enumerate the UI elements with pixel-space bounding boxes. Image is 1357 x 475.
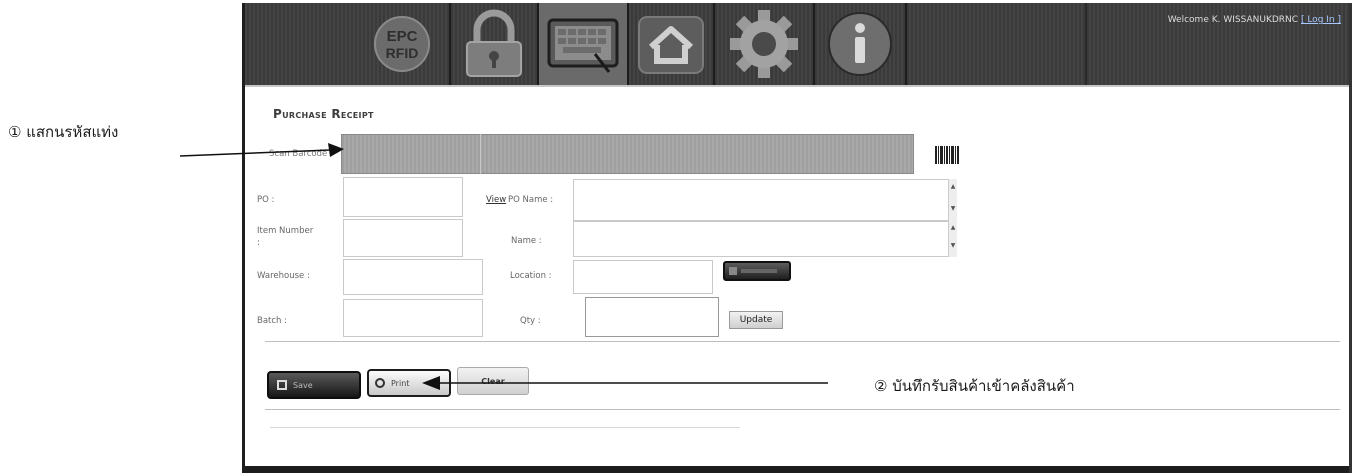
- save-icon: [277, 380, 287, 390]
- po-name-scrollbar[interactable]: ▲ ▼: [948, 179, 957, 221]
- warehouse-label: Warehouse :: [257, 271, 310, 281]
- name-scrollbar[interactable]: ▲ ▼: [948, 221, 957, 257]
- batch-label: Batch :: [257, 316, 287, 326]
- po-name-field[interactable]: [573, 179, 955, 221]
- name-field[interactable]: [573, 221, 955, 257]
- barcode-icon[interactable]: [935, 146, 959, 168]
- scan-bar-divider: [480, 134, 481, 174]
- lock-icon[interactable]: [451, 3, 539, 85]
- qty-input[interactable]: [585, 297, 719, 337]
- gear-icon[interactable]: [715, 3, 815, 85]
- welcome-text: Welcome K. WISSANUKDRNC: [1167, 15, 1299, 25]
- batch-input[interactable]: [343, 299, 483, 337]
- app-window: EPC RFID Welcome K. WISSANUKDRNC [Log I…: [242, 3, 1352, 473]
- warehouse-input[interactable]: [343, 259, 483, 295]
- login-link[interactable]: [ Log In ]: [1301, 15, 1341, 25]
- item-number-input[interactable]: [343, 219, 463, 257]
- svg-text:RFID: RFID: [386, 45, 419, 61]
- annotation-arrow-1: [180, 143, 344, 157]
- header-bar: EPC RFID Welcome K. WISSANUKDRNC [Log I…: [245, 3, 1349, 85]
- qty-label: Qty :: [520, 316, 541, 326]
- keyboard-icon[interactable]: [539, 3, 629, 85]
- annotation-step1: ① แสกนรหัสแท่ง: [8, 123, 119, 141]
- welcome-message: Welcome K. WISSANUKDRNC [ Log In ]: [1168, 15, 1341, 25]
- svg-text:EPC: EPC: [387, 28, 418, 45]
- scan-barcode-input[interactable]: [341, 134, 914, 174]
- info-icon[interactable]: [815, 3, 907, 85]
- bottom-bar: [245, 466, 1349, 473]
- page-title: Purchase Receipt: [273, 107, 374, 121]
- update-button[interactable]: Update: [729, 311, 783, 329]
- name-label: Name :: [511, 236, 542, 246]
- location-input[interactable]: [573, 260, 713, 294]
- item-number-label: Item Number :: [257, 226, 314, 248]
- footer-divider: [270, 427, 740, 428]
- po-name-label: PO Name :: [508, 195, 554, 205]
- po-label: PO :: [257, 195, 275, 205]
- save-button-label: Save: [293, 380, 313, 390]
- annotation-step2: ② บันทึกรับสินค้าเข้าคลังสินค้า: [874, 377, 1075, 395]
- home-icon[interactable]: [629, 3, 715, 85]
- print-icon: [375, 378, 385, 388]
- annotation-arrow-2: [422, 376, 828, 390]
- form-divider-bottom: [265, 409, 1340, 410]
- save-button[interactable]: Save: [267, 371, 361, 399]
- print-button-label: Print: [391, 378, 410, 388]
- location-label: Location :: [510, 271, 552, 281]
- po-input[interactable]: [343, 177, 463, 217]
- epc-rfid-logo: EPC RFID: [355, 3, 451, 85]
- header-divider: [245, 85, 1349, 87]
- view-po-link[interactable]: View: [486, 195, 506, 205]
- location-search-button[interactable]: [723, 261, 791, 281]
- header-separator: [1085, 3, 1087, 85]
- form-divider-top: [265, 341, 1340, 342]
- location-button-icon: [729, 267, 777, 275]
